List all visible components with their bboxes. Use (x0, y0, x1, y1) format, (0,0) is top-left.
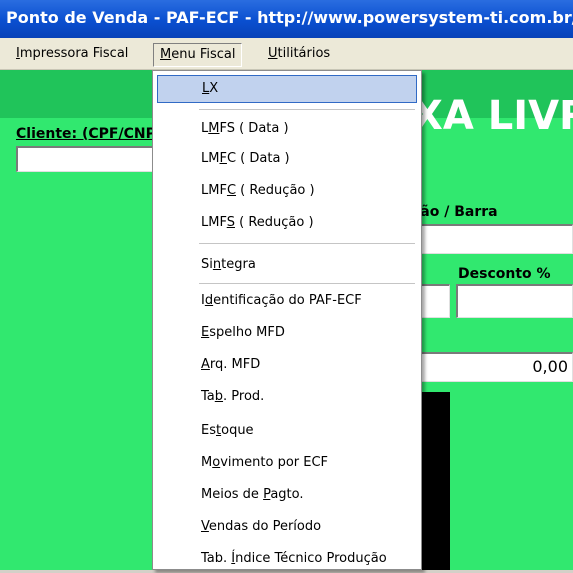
quantity-input[interactable] (418, 284, 450, 318)
menu-item-arq-mfd[interactable]: Arq. MFD (157, 351, 417, 379)
menu-item-tab-prod[interactable]: Tab. Prod. (157, 383, 417, 411)
item-label-pre: Es (201, 423, 216, 438)
item-label-post: tegra (221, 257, 256, 272)
item-accelerator: M (208, 121, 220, 136)
item-label-post: ndice Técnico Produção (235, 551, 387, 566)
menu-label-post: enu Fiscal (171, 47, 236, 62)
item-label-pre: LMF (201, 215, 227, 230)
desconto-input[interactable] (456, 284, 573, 318)
item-accelerator: o (212, 455, 221, 470)
item-label-post: rq. MFD (209, 357, 261, 372)
item-label-post: spelho MFD (209, 325, 285, 340)
menu-item-indice-tecnico[interactable]: Tab. Índice Técnico Produção (157, 545, 417, 573)
item-accelerator: V (201, 519, 209, 534)
menu-item-lmfs-reducao[interactable]: LMFS ( Redução ) (157, 209, 417, 237)
menu-item-vendas-periodo[interactable]: Vendas do Período (157, 513, 417, 541)
menu-impressora-fiscal[interactable]: Impressora Fiscal (10, 43, 134, 65)
item-accelerator: d (204, 293, 214, 308)
item-label-post: . Prod. (223, 389, 265, 404)
display-panel (418, 392, 450, 570)
item-label-post: ( Redução ) (236, 183, 315, 198)
item-label-post: entificação do PAF-ECF (213, 293, 362, 308)
menu-bar: Impressora Fiscal Menu Fiscal Utilitário… (0, 38, 573, 70)
desconto-label: Desconto % (458, 266, 551, 282)
item-label-pre: Meios de (201, 487, 264, 502)
item-label-post: C ( Data ) (226, 151, 290, 166)
item-label-pre: M (201, 455, 213, 470)
item-label-post: agto. (270, 487, 304, 502)
item-label-post: ( Redução ) (234, 215, 314, 230)
item-accelerator: C (226, 183, 237, 198)
window-title: Ponto de Venda - PAF-ECF - http://www.po… (0, 0, 573, 38)
menu-item-lmfc-reducao[interactable]: LMFC ( Redução ) (157, 177, 417, 205)
item-label-post: vimento por ECF (220, 455, 329, 470)
separator (199, 283, 415, 284)
menu-item-identificacao[interactable]: Identificação do PAF-ECF (157, 287, 417, 315)
menu-item-meios-pagto[interactable]: Meios de Pagto. (157, 481, 417, 509)
menu-item-lmfc-data[interactable]: LMFC ( Data ) (157, 145, 417, 173)
menu-menu-fiscal[interactable]: Menu Fiscal (153, 43, 243, 67)
cliente-label: Cliente: (CPF/CNPJ (16, 126, 162, 142)
item-label-pre: LMF (201, 183, 227, 198)
separator (199, 109, 415, 110)
banner-title: XA LIVR (412, 93, 573, 139)
menu-item-espelho-mfd[interactable]: Espelho MFD (157, 319, 417, 347)
item-accelerator: S (226, 215, 235, 230)
item-accelerator: F (219, 151, 227, 166)
item-accelerator: A (201, 357, 210, 372)
menu-label-post: mpressora Fiscal (19, 46, 129, 61)
menu-item-lmfs-data[interactable]: LMFS ( Data ) (157, 115, 417, 143)
item-label-pre: Si (201, 257, 213, 272)
menu-item-sintegra[interactable]: Sintegra (157, 251, 417, 279)
item-label-pre: Ta (201, 389, 215, 404)
menu-fiscal-dropdown: LX LMFS ( Data ) LMFC ( Data ) LMFC ( Re… (152, 70, 422, 570)
item-label-post: oque (221, 423, 254, 438)
item-accelerator: E (201, 325, 210, 340)
codigo-barra-input[interactable] (412, 224, 573, 254)
item-accelerator: n (212, 257, 222, 272)
menu-label-post: tilitários (277, 46, 331, 61)
separator (199, 243, 415, 244)
codigo-barra-label: ção / Barra (412, 204, 498, 220)
menu-item-lx[interactable]: LX (157, 75, 417, 103)
menu-utilitarios[interactable]: Utilitários (262, 43, 336, 65)
item-label-post: FS ( Data ) (219, 121, 289, 136)
item-label-post: X (209, 81, 219, 96)
menu-accelerator: U (268, 46, 278, 61)
menu-accelerator: M (160, 47, 172, 62)
item-label-pre: LM (201, 151, 220, 166)
menu-item-movimento-ecf[interactable]: Movimento por ECF (157, 449, 417, 477)
total-field: 0,00 (412, 352, 573, 382)
cliente-input[interactable] (16, 146, 166, 172)
item-label-pre: Tab. (201, 551, 232, 566)
menu-item-estoque[interactable]: Estoque (157, 417, 417, 445)
item-label-post: endas do Período (208, 519, 322, 534)
item-accelerator: b (214, 389, 224, 404)
